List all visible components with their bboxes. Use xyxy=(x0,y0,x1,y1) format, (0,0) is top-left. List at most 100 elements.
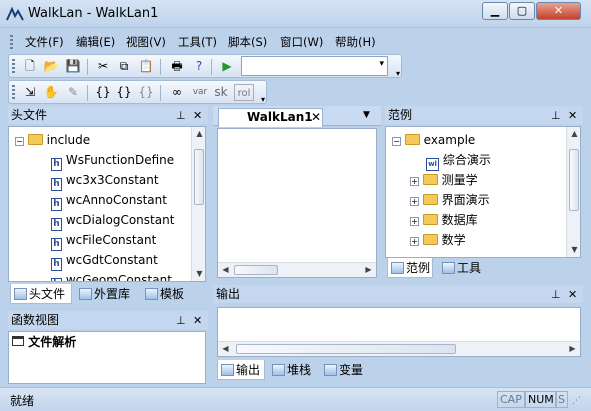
open-folder-icon[interactable]: 📂 xyxy=(42,58,60,75)
expand-icon[interactable]: + xyxy=(410,197,419,206)
brace-icon[interactable]: {} xyxy=(94,84,112,101)
tree-node[interactable]: h wcFileConstant xyxy=(51,230,156,251)
maximize-button[interactable]: ▢ xyxy=(509,2,535,20)
menu-window[interactable]: 窗口(W) xyxy=(280,34,323,50)
tree-node[interactable]: h wcGdtConstant xyxy=(51,250,158,271)
tab-variables[interactable]: 变量 xyxy=(321,360,373,380)
new-file-icon[interactable]: 🗋 xyxy=(21,58,39,75)
chevron-down-icon[interactable]: ▼ xyxy=(363,110,370,120)
link-icon[interactable]: ∞ xyxy=(168,84,186,101)
cut-icon[interactable]: ✂ xyxy=(94,58,112,75)
tree-node[interactable]: h wcDialogConstant xyxy=(51,210,174,231)
title-bar: WalkLan - WalkLan1 ▁ ▢ ✕ xyxy=(0,0,591,28)
close-icon[interactable]: ✕ xyxy=(193,107,202,125)
collapse-icon[interactable]: − xyxy=(15,137,24,146)
tab-output[interactable]: 输出 xyxy=(217,360,265,380)
toolbar-overflow-icon[interactable]: ▾ xyxy=(261,95,265,104)
scroll-right-icon[interactable]: ▶ xyxy=(565,344,580,353)
menu-tools[interactable]: 工具(T) xyxy=(178,34,217,50)
brace3-icon[interactable]: {} xyxy=(137,84,155,101)
minimize-button[interactable]: ▁ xyxy=(482,2,508,20)
scroll-thumb[interactable] xyxy=(194,149,204,205)
tree-node[interactable]: + 界面演示 xyxy=(410,190,490,210)
tree-node-root[interactable]: − example xyxy=(392,130,475,150)
tree-node[interactable]: h wcAnnoConstant xyxy=(51,190,167,211)
menu-edit[interactable]: 编辑(E) xyxy=(76,34,115,50)
menu-file[interactable]: 文件(F) xyxy=(25,34,64,50)
tree-node[interactable]: + 测量学 xyxy=(410,170,478,190)
expand-icon[interactable]: + xyxy=(410,217,419,226)
close-icon[interactable]: ✕ xyxy=(568,286,577,304)
tree-node[interactable]: h WsFunctionDefine xyxy=(51,150,174,171)
brace2-icon[interactable]: {} xyxy=(115,84,133,101)
tools-tab-icon xyxy=(442,262,455,274)
scroll-right-icon[interactable]: ▶ xyxy=(361,265,376,274)
tree-node[interactable]: + 数据库 xyxy=(410,210,478,230)
run-icon[interactable]: ▶ xyxy=(218,58,236,75)
close-icon[interactable]: ✕ xyxy=(568,107,577,125)
scroll-down-icon[interactable]: ▼ xyxy=(192,269,205,278)
pin-icon[interactable]: ⊥ xyxy=(551,107,561,125)
tab-stack[interactable]: 堆栈 xyxy=(269,360,317,380)
hand-icon[interactable]: ✋ xyxy=(42,84,60,101)
scroll-up-icon[interactable]: ▲ xyxy=(567,129,580,138)
print-icon[interactable]: 🖶 xyxy=(168,58,186,75)
toolbar-overflow-icon[interactable]: ▾ xyxy=(396,69,400,78)
vertical-scrollbar[interactable]: ▲ ▼ xyxy=(191,127,205,281)
scroll-thumb[interactable] xyxy=(234,265,278,275)
tree-node[interactable]: + 数学 xyxy=(410,230,466,250)
horizontal-scrollbar[interactable]: ◀ ▶ xyxy=(218,341,580,356)
toolbar-grip[interactable] xyxy=(12,59,15,74)
close-button[interactable]: ✕ xyxy=(536,2,581,20)
scroll-down-icon[interactable]: ▼ xyxy=(567,245,580,254)
tree-node[interactable]: wl 综合演示 xyxy=(426,150,491,171)
tab-tools[interactable]: 工具 xyxy=(439,258,489,278)
vertical-scrollbar[interactable]: ▲ ▼ xyxy=(566,127,580,257)
code-editor[interactable]: ◀ ▶ xyxy=(217,128,377,278)
stack-tab-icon xyxy=(272,364,285,376)
edit-icon[interactable]: ✎ xyxy=(64,84,82,101)
collapse-icon[interactable]: − xyxy=(392,137,401,146)
save-icon[interactable]: 💾 xyxy=(64,58,82,75)
close-tab-icon[interactable]: ✕ xyxy=(311,109,321,126)
tree-node[interactable]: h wc3x3Constant xyxy=(51,170,159,191)
menu-help[interactable]: 帮助(H) xyxy=(335,34,376,50)
header-file-icon: h xyxy=(51,278,62,281)
function-item[interactable]: 文件解析 xyxy=(12,332,76,352)
format-icon[interactable]: ⇲ xyxy=(21,84,39,101)
help-icon[interactable]: ? xyxy=(190,58,208,75)
sk-button[interactable]: sk xyxy=(213,84,229,101)
menu-grip[interactable] xyxy=(10,35,13,49)
menu-view[interactable]: 视图(V) xyxy=(126,34,166,50)
samples-tree: − example wl 综合演示 + 测量学 + 界面演示 + 数据库 + 数… xyxy=(385,126,581,258)
tab-header-files[interactable]: 头文件 xyxy=(10,284,72,304)
scroll-up-icon[interactable]: ▲ xyxy=(192,129,205,138)
tab-samples[interactable]: 范例 xyxy=(387,258,433,278)
close-icon[interactable]: ✕ xyxy=(193,312,202,330)
scroll-left-icon[interactable]: ◀ xyxy=(218,344,233,353)
tree-node[interactable]: h wcGeomConstant xyxy=(51,270,172,281)
chevron-down-icon[interactable]: ▾ xyxy=(379,59,384,69)
horizontal-scrollbar[interactable]: ◀ ▶ xyxy=(218,262,376,277)
scroll-thumb[interactable] xyxy=(236,344,456,354)
copy-icon[interactable]: ⧉ xyxy=(115,58,133,75)
tab-external-libs[interactable]: 外置库 xyxy=(76,284,138,304)
script-combo[interactable]: ▾ xyxy=(241,56,388,76)
resize-grip-icon[interactable]: ⋰ xyxy=(572,396,581,406)
scroll-left-icon[interactable]: ◀ xyxy=(218,265,233,274)
tab-templates[interactable]: 模板 xyxy=(142,284,194,304)
var-button[interactable]: var xyxy=(189,84,211,101)
scroll-thumb[interactable] xyxy=(569,149,579,211)
output-text[interactable]: ◀ ▶ xyxy=(217,307,581,357)
pin-icon[interactable]: ⊥ xyxy=(176,107,186,125)
tab-walklan1[interactable]: WalkLan1 ✕ xyxy=(218,108,323,127)
pin-icon[interactable]: ⊥ xyxy=(176,312,186,330)
menu-script[interactable]: 脚本(S) xyxy=(228,34,267,50)
pin-icon[interactable]: ⊥ xyxy=(551,286,561,304)
toolbar-grip[interactable] xyxy=(12,85,15,100)
expand-icon[interactable]: + xyxy=(410,237,419,246)
tree-node-root[interactable]: − include xyxy=(15,130,90,150)
rol-button[interactable]: rol xyxy=(234,84,254,101)
expand-icon[interactable]: + xyxy=(410,177,419,186)
paste-icon[interactable]: 📋 xyxy=(137,58,155,75)
